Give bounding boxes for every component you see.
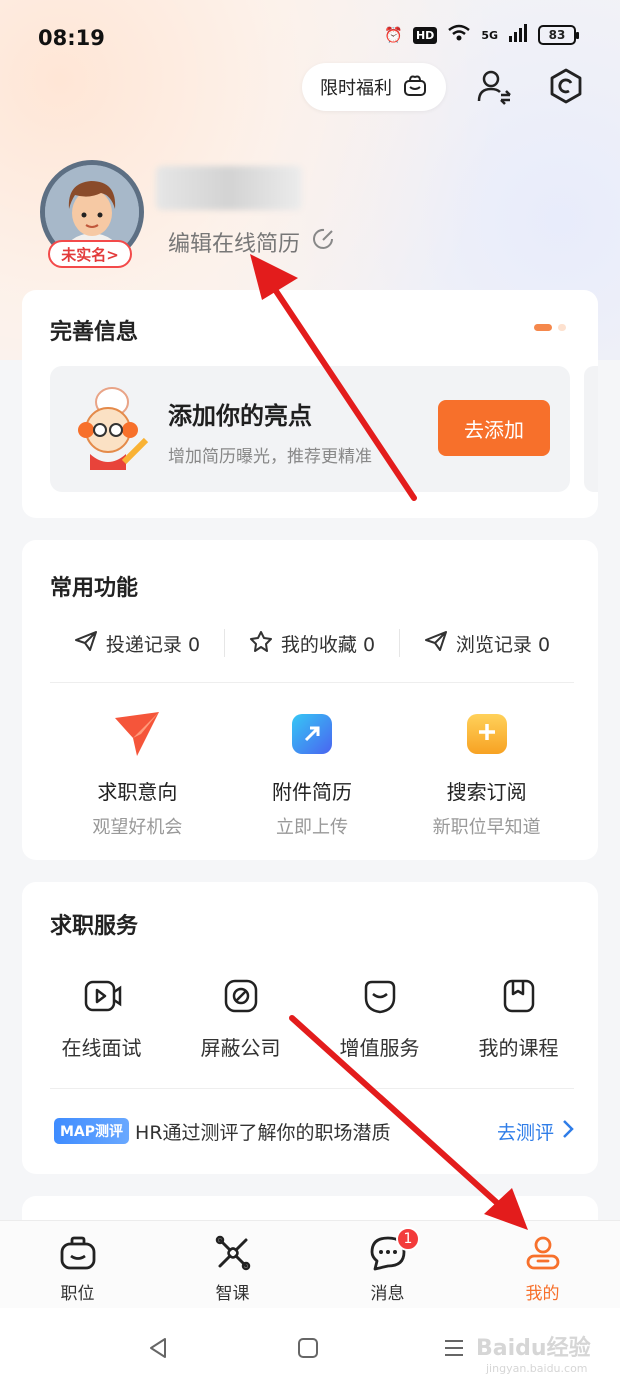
job-services-title: 求职服务 (50, 914, 139, 939)
carousel-dots (534, 324, 566, 331)
complete-info-card: 完善信息 添加你的亮点 增加简历曝光，推荐更精准 去添加 (22, 290, 598, 518)
highlight-title: 添加你的亮点 (168, 402, 312, 430)
divider (50, 682, 574, 683)
go-assessment-label: 去测评 (496, 1121, 554, 1144)
unread-badge: 1 (396, 1227, 420, 1251)
search-subscription-sub: 新职位早知道 (432, 817, 541, 838)
profile-icon (523, 1233, 563, 1273)
wifi-icon (447, 24, 471, 46)
add-highlight-banner[interactable]: 添加你的亮点 增加简历曝光，推荐更精准 去添加 (50, 366, 570, 492)
edit-icon (312, 227, 336, 257)
search-subscription-label: 搜索订阅 (446, 780, 527, 804)
search-subscription-button[interactable]: 搜索订阅 新职位早知道 (399, 706, 574, 839)
tab-jobs[interactable]: 职位 (0, 1221, 155, 1308)
edit-online-resume-link[interactable]: 编辑在线简历 (168, 226, 336, 258)
my-courses-label: 我的课程 (478, 1036, 559, 1060)
tools-row: 求职意向 观望好机会 附件简历 立即上传 搜索订阅 新职位早知道 (50, 706, 574, 839)
limited-offer-label: 限时福利 (320, 78, 392, 99)
tab-messages[interactable]: 1 消息 (310, 1221, 465, 1308)
signal-icon (508, 24, 528, 46)
attachment-resume-label: 附件简历 (272, 780, 352, 804)
status-bar: 08:19 ⏰ HD 5G 83 (0, 0, 620, 76)
delivery-records-label: 投递记录 0 (105, 633, 201, 656)
job-icon (58, 1233, 98, 1273)
system-navigation-bar: Baidu经验 jingyan.baidu.com (0, 1308, 620, 1386)
limited-offer-button[interactable]: 限时福利 (302, 63, 446, 111)
attachment-resume-sub: 立即上传 (276, 817, 348, 838)
send-icon (74, 630, 98, 657)
baidu-watermark: Baidu经验 (476, 1336, 591, 1361)
attachment-resume-button[interactable]: 附件简历 立即上传 (225, 706, 400, 839)
highlight-subtitle: 增加简历曝光，推荐更精准 (168, 447, 372, 467)
status-time: 08:19 (38, 26, 105, 50)
tab-mine[interactable]: 我的 (465, 1221, 620, 1308)
value-added-service-label: 增值服务 (339, 1036, 420, 1060)
baidu-watermark-url: jingyan.baidu.com (486, 1362, 588, 1375)
browse-history-button[interactable]: 浏览记录 0 (400, 630, 574, 657)
status-icons: ⏰ HD 5G 83 (384, 24, 579, 46)
attachment-icon (284, 706, 340, 762)
gift-icon (402, 73, 428, 102)
next-banner-peek (584, 366, 598, 492)
star-icon (249, 630, 273, 657)
tab-courses-label: 智课 (215, 1284, 250, 1304)
go-assessment-link[interactable]: 去测评 (497, 1118, 574, 1145)
job-services-card: 求职服务 在线面试 屏蔽公司 增值服务 我的课程 MAP测评 HR通过测评了解你… (22, 882, 598, 1174)
subscribe-icon (459, 706, 515, 762)
mascot-illustration (72, 384, 152, 478)
course-icon (497, 974, 541, 1018)
map-assessment-text: HR通过测评了解你的职场潜质 (135, 1121, 391, 1144)
block-company-label: 屏蔽公司 (200, 1036, 281, 1060)
map-assessment-row[interactable]: MAP测评 HR通过测评了解你的职场潜质 去测评 (54, 1114, 574, 1148)
hd-icon: HD (412, 26, 438, 44)
favorites-label: 我的收藏 0 (280, 633, 376, 656)
tab-jobs-label: 职位 (60, 1284, 95, 1304)
edit-online-resume-label: 编辑在线简历 (168, 232, 301, 257)
common-functions-card: 常用功能 投递记录 0 我的收藏 0 浏览记录 0 求职意向 观望好机会 附件简… (22, 540, 598, 860)
chevron-right-icon (562, 1119, 574, 1144)
block-icon (219, 974, 263, 1018)
battery-icon: 83 (538, 25, 579, 45)
avatar[interactable]: 未实名> (40, 160, 144, 268)
browse-history-label: 浏览记录 0 (455, 633, 551, 656)
online-interview-button[interactable]: 在线面试 (32, 974, 171, 1061)
stats-row: 投递记录 0 我的收藏 0 浏览记录 0 (50, 626, 574, 660)
history-icon (424, 630, 448, 657)
bottom-tab-bar: 职位 智课 1 消息 我的 (0, 1220, 620, 1308)
course-tab-icon (213, 1233, 253, 1273)
tab-mine-label: 我的 (525, 1284, 560, 1304)
add-highlight-button[interactable]: 去添加 (438, 400, 550, 456)
favorites-button[interactable]: 我的收藏 0 (225, 630, 399, 657)
intent-icon (109, 706, 165, 762)
recent-apps-icon[interactable] (440, 1334, 468, 1362)
unverified-name-tag[interactable]: 未实名> (48, 240, 132, 268)
vip-service-icon (358, 974, 402, 1018)
map-assessment-badge: MAP测评 (54, 1118, 130, 1144)
switch-identity-icon[interactable] (474, 66, 514, 106)
settings-icon[interactable] (546, 66, 586, 106)
carousel-dot-active (534, 324, 552, 331)
value-added-service-button[interactable]: 增值服务 (310, 974, 449, 1061)
complete-info-title: 完善信息 (50, 320, 139, 345)
network-5g-label: 5G (481, 28, 498, 42)
my-courses-button[interactable]: 我的课程 (449, 974, 588, 1061)
common-functions-title: 常用功能 (50, 576, 139, 601)
carousel-dot (558, 324, 566, 331)
job-intention-sub: 观望好机会 (92, 817, 183, 838)
online-interview-label: 在线面试 (61, 1036, 142, 1060)
video-interview-icon (80, 974, 124, 1018)
job-intention-label: 求职意向 (97, 780, 178, 804)
block-company-button[interactable]: 屏蔽公司 (171, 974, 310, 1061)
tab-courses[interactable]: 智课 (155, 1221, 310, 1308)
home-icon[interactable] (294, 1334, 322, 1362)
back-icon[interactable] (144, 1334, 172, 1362)
job-intention-button[interactable]: 求职意向 观望好机会 (50, 706, 225, 839)
delivery-records-button[interactable]: 投递记录 0 (50, 630, 224, 657)
services-row: 在线面试 屏蔽公司 增值服务 我的课程 (32, 974, 588, 1061)
alarm-icon: ⏰ (384, 26, 403, 44)
user-name-blurred (156, 166, 302, 210)
divider (50, 1088, 574, 1089)
tab-messages-label: 消息 (370, 1284, 405, 1304)
